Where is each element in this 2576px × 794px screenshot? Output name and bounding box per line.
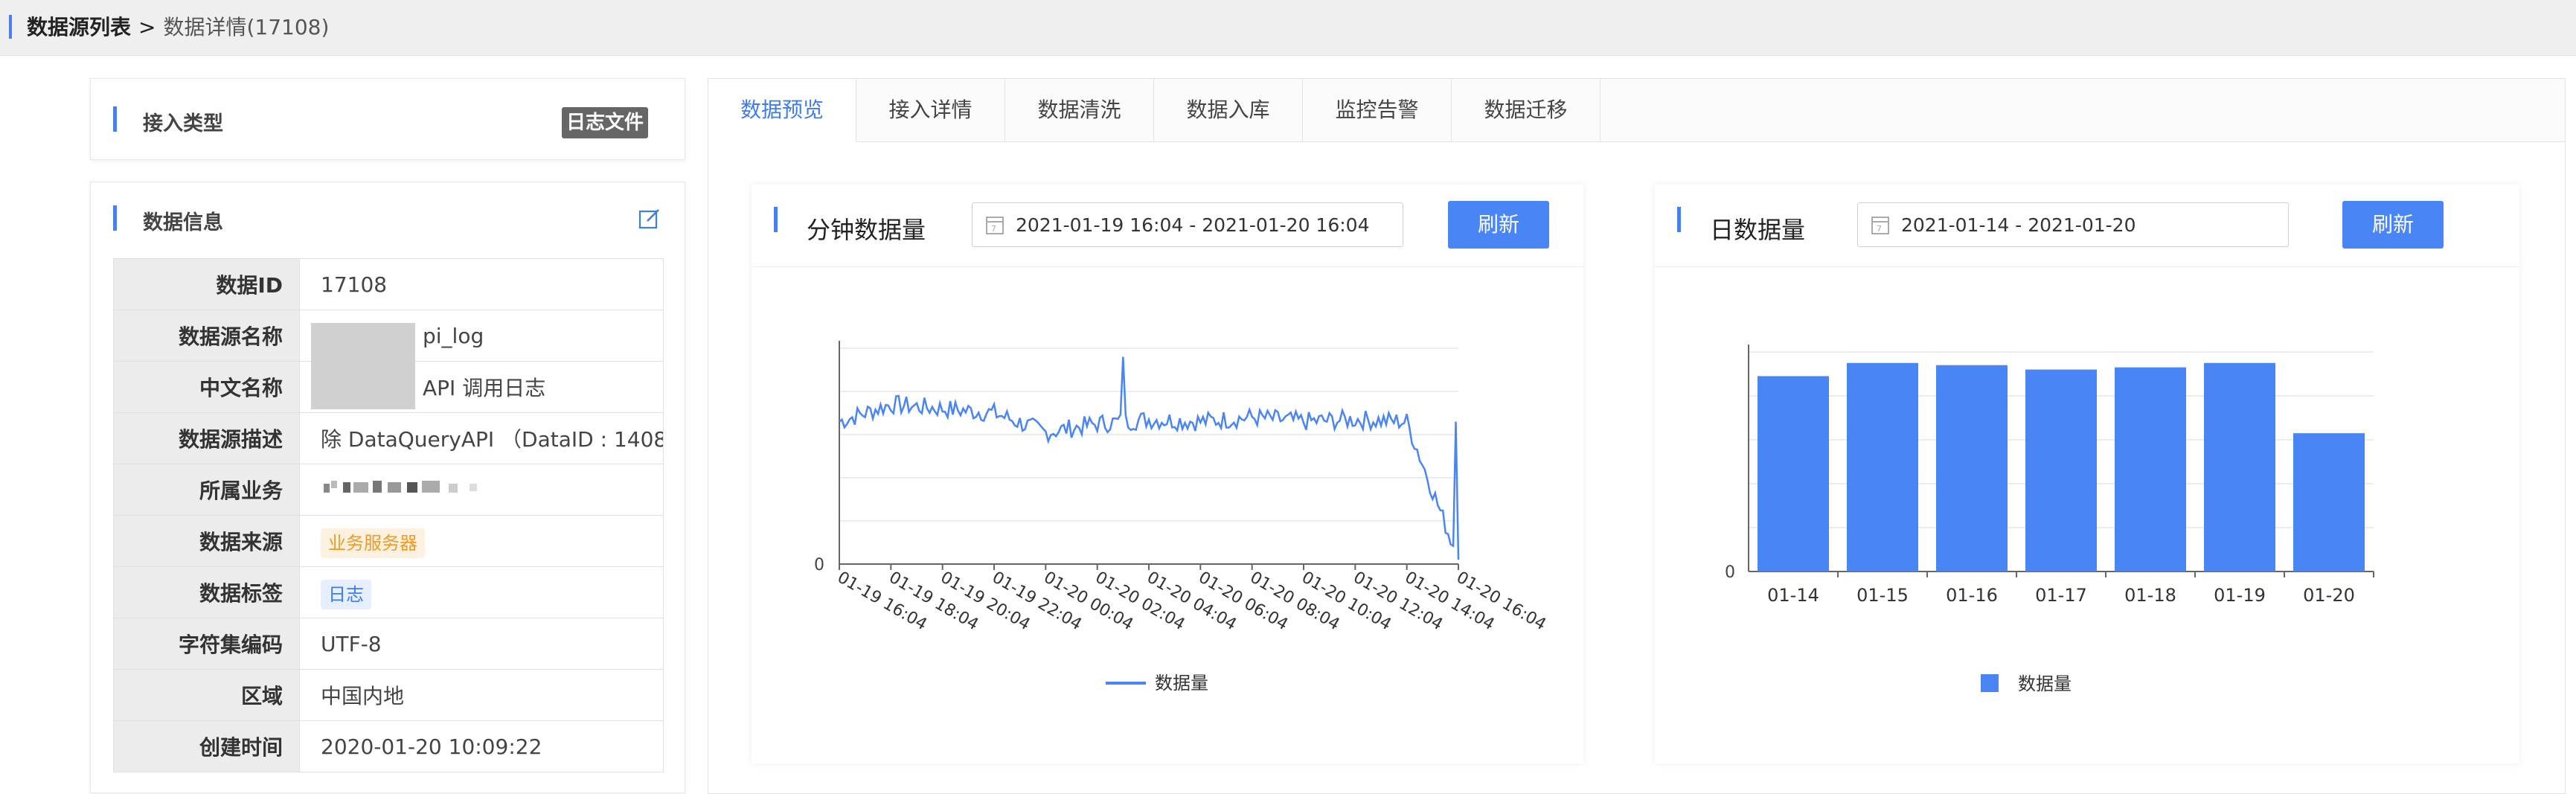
- access-type-tag: 日志文件: [562, 107, 649, 138]
- table-row: 数据源描述除 DataQueryAPI （DataID : 14083: [113, 412, 664, 464]
- row-key: 区域: [113, 669, 300, 721]
- bar: [2293, 433, 2365, 572]
- tab-data-migration[interactable]: 数据迁移: [1452, 79, 1601, 141]
- row-key: 数据源名称: [113, 310, 300, 362]
- x-tick-label: 01-14: [1767, 585, 1819, 606]
- tab-monitoring-alerts[interactable]: 监控告警: [1303, 79, 1452, 141]
- row-value: UTF-8: [299, 618, 664, 670]
- svg-text:7: 7: [991, 224, 996, 234]
- table-row: 创建时间 2020-01-20 10:09:22: [113, 720, 664, 772]
- minute-line-chart: 001-19 16:0401-19 18:0401-19 20:0401-19 …: [814, 341, 1549, 694]
- row-value: 中国内地: [299, 669, 664, 721]
- minute-volume-card: 分钟数据量 2021-01-19 16:04 - 2021-01-20 16:0…: [752, 185, 1583, 763]
- row-value: [299, 464, 664, 516]
- row-key: 数据标签: [113, 566, 300, 618]
- tab-access-details[interactable]: 接入详情: [856, 79, 1005, 141]
- table-row: 区域 中国内地: [113, 669, 664, 721]
- svg-text:7: 7: [1877, 224, 1882, 234]
- y-tick-label: 0: [1725, 563, 1735, 582]
- bar: [1936, 365, 2008, 572]
- legend-label: 数据量: [1155, 673, 1208, 694]
- table-row: 数据ID 17108: [113, 258, 664, 310]
- card-accent-bar: [113, 205, 117, 231]
- minute-date-range-input[interactable]: 2021-01-19 16:04 - 2021-01-20 16:04: [972, 202, 1403, 247]
- tab-data-storage[interactable]: 数据入库: [1154, 79, 1303, 141]
- minute-refresh-button[interactable]: 刷新: [1448, 201, 1549, 249]
- row-key: 字符集编码: [113, 618, 300, 670]
- row-value: 2020-01-20 10:09:22: [299, 720, 664, 772]
- calendar-icon: 7: [1871, 217, 1889, 234]
- access-type-title: 接入类型: [143, 112, 223, 135]
- tab-data-preview[interactable]: 数据预览: [708, 79, 856, 142]
- row-value: 日志: [299, 566, 664, 618]
- x-tick-label: 01-17: [2035, 585, 2087, 606]
- x-tick-label: 01-18: [2124, 585, 2176, 606]
- card-accent-bar: [113, 106, 117, 132]
- bar: [2025, 369, 2097, 572]
- detail-panel: 数据预览 接入详情 数据清洗 数据入库 监控告警 数据迁移 分钟数据量 2021…: [708, 78, 2566, 794]
- table-row: 数据标签 日志: [113, 566, 664, 618]
- table-row: 字符集编码 UTF-8: [113, 618, 664, 670]
- tab-bar: 数据预览 接入详情 数据清洗 数据入库 监控告警 数据迁移: [708, 79, 2565, 142]
- row-key: 中文名称: [113, 361, 300, 413]
- source-name-text: pi_log: [423, 323, 484, 348]
- chinese-name-text: API 调用日志: [423, 376, 546, 400]
- legend-swatch: [1981, 674, 1999, 692]
- edit-icon[interactable]: [638, 207, 661, 231]
- y-tick-label: 0: [814, 556, 824, 574]
- daily-refresh-button[interactable]: 刷新: [2342, 201, 2444, 249]
- row-value: 除 DataQueryAPI （DataID : 14083: [299, 412, 664, 464]
- breadcrumb: 数据源列表 > 数据详情(17108): [27, 13, 329, 42]
- daily-date-range-input[interactable]: 2021-01-14 - 2021-01-20: [1857, 202, 2289, 247]
- calendar-icon: 7: [986, 217, 1004, 234]
- redaction-block: [311, 323, 415, 409]
- minute-chart-title: 分钟数据量: [807, 216, 926, 244]
- tab-data-cleaning[interactable]: 数据清洗: [1005, 79, 1154, 141]
- x-tick-label: 01-19: [2214, 585, 2266, 606]
- legend-label: 数据量: [2018, 673, 2072, 694]
- row-key: 创建时间: [113, 720, 300, 772]
- series-line: [839, 356, 1460, 560]
- breadcrumb-current: 数据详情(17108): [163, 15, 330, 39]
- breadcrumb-bar: 数据源列表 > 数据详情(17108): [0, 0, 2576, 56]
- data-info-title: 数据信息: [143, 211, 223, 234]
- card-accent-bar: [774, 207, 778, 232]
- bar: [2115, 367, 2186, 572]
- row-key: 所属业务: [113, 464, 300, 516]
- daily-chart-title: 日数据量: [1710, 216, 1806, 244]
- row-value: 17108: [299, 258, 664, 310]
- breadcrumb-accent-bar: [9, 15, 12, 39]
- table-row: 数据来源 业务服务器: [113, 515, 664, 567]
- daily-chart-header: 日数据量 2021-01-14 - 2021-01-20 7 刷新: [1655, 185, 2519, 267]
- x-tick-label: 01-20: [2303, 585, 2355, 606]
- daily-bar-chart: 0 01-14 01-15 01-16 01-17 01-18 01-19 01-20 数据量: [1725, 345, 2374, 694]
- breadcrumb-root-link[interactable]: 数据源列表: [27, 15, 131, 39]
- table-row: 所属业务: [113, 464, 664, 516]
- x-tick-label: 01-16: [1946, 585, 1998, 606]
- minute-chart-header: 分钟数据量 2021-01-19 16:04 - 2021-01-20 16:0…: [752, 185, 1583, 267]
- row-key: 数据来源: [113, 515, 300, 567]
- bar: [1847, 362, 1918, 572]
- card-accent-bar: [1677, 207, 1681, 232]
- access-type-card: 接入类型 日志文件: [90, 78, 685, 160]
- x-tick-label: 01-15: [1856, 585, 1909, 606]
- row-value: 业务服务器: [299, 515, 664, 567]
- row-key: 数据ID: [113, 258, 300, 310]
- bar: [1758, 376, 1829, 572]
- breadcrumb-separator: >: [138, 15, 156, 39]
- daily-volume-card: 日数据量 2021-01-14 - 2021-01-20 7 刷新 0 01-14…: [1655, 185, 2519, 763]
- pixelated-redaction: [324, 480, 477, 493]
- source-badge: 业务服务器: [321, 528, 425, 558]
- row-key: 数据源描述: [113, 412, 300, 464]
- bar: [2204, 362, 2275, 572]
- tag-badge: 日志: [321, 579, 371, 609]
